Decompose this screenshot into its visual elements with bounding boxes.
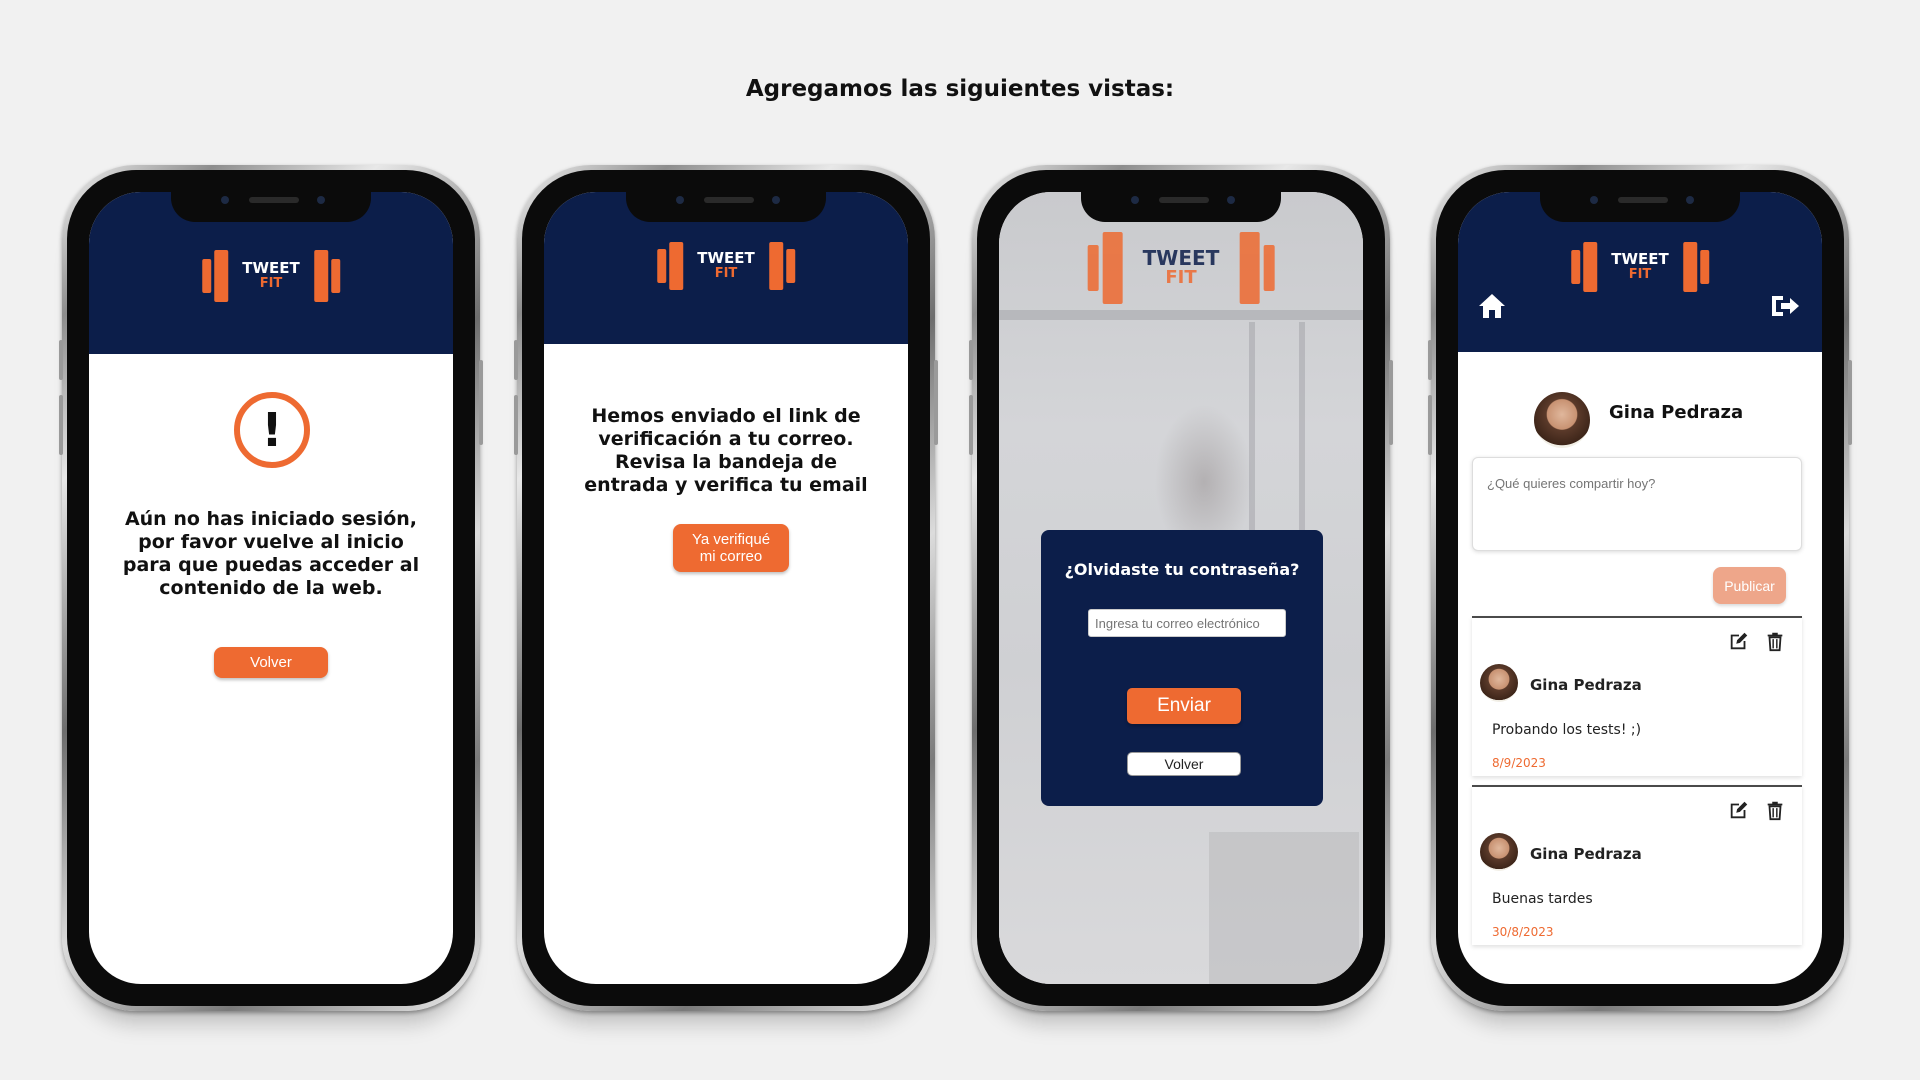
verified-button-line2: mi correo	[699, 548, 763, 565]
logo-word-fit: FIT	[714, 266, 738, 282]
screen: TWEET FIT Hemos enviado el link de verif…	[544, 192, 908, 984]
back-button[interactable]: Volver	[214, 647, 328, 678]
post-author-name: Gina Pedraza	[1530, 676, 1642, 694]
logo-word-tweet: TWEET	[1142, 246, 1220, 271]
logo-word-fit: FIT	[259, 276, 283, 292]
post-date: 30/8/2023	[1492, 925, 1554, 939]
page-title: Agregamos las siguientes vistas:	[745, 76, 1175, 102]
back-button[interactable]: Volver	[1127, 752, 1241, 776]
send-button[interactable]: Enviar	[1127, 688, 1241, 724]
tweetfit-logo: TWEET FIT	[657, 242, 795, 290]
post-text: Buenas tardes	[1492, 891, 1593, 907]
tweetfit-logo: TWEET FIT	[202, 250, 340, 302]
logo-word-tweet: TWEET	[1611, 250, 1669, 269]
forgot-password-modal: ¿Olvidaste tu contraseña? Enviar Volver	[1041, 530, 1323, 806]
profile-user-name: Gina Pedraza	[1609, 402, 1744, 423]
phone-verification: TWEET FIT Hemos enviado el link de verif…	[514, 165, 938, 1011]
logo-word-fit: FIT	[1628, 267, 1652, 283]
post-card: Gina Pedraza Buenas tardes 30/8/2023	[1472, 785, 1802, 945]
tweetfit-logo: TWEET FIT	[1571, 242, 1709, 292]
post-composer-input[interactable]	[1472, 457, 1802, 551]
trash-icon[interactable]	[1764, 799, 1786, 821]
not-logged-message: Aún no has iniciado sesión, por favor vu…	[122, 508, 420, 599]
post-card: Gina Pedraza Probando los tests! ;) 8/9/…	[1472, 616, 1802, 776]
modal-title: ¿Olvidaste tu contraseña?	[1064, 560, 1300, 579]
user-avatar	[1534, 392, 1590, 448]
trash-icon[interactable]	[1764, 630, 1786, 652]
screen: TWEET FIT ¿Olvidaste tu contraseña? Envi…	[999, 192, 1363, 984]
email-input[interactable]	[1088, 609, 1286, 637]
tweetfit-logo: TWEET FIT	[1087, 232, 1275, 304]
logo-word-tweet: TWEET	[242, 259, 300, 278]
post-author-avatar	[1480, 833, 1518, 871]
home-icon[interactable]	[1477, 292, 1507, 320]
screen: TWEET FIT Gina Pedraza Publica	[1458, 192, 1822, 984]
edit-icon[interactable]	[1728, 799, 1750, 821]
phone-not-logged-in: TWEET FIT ! Aún no has iniciado sesión, …	[59, 165, 483, 1011]
post-author-name: Gina Pedraza	[1530, 845, 1642, 863]
post-date: 8/9/2023	[1492, 756, 1546, 770]
exclamation-circle-icon: !	[234, 392, 310, 468]
post-text: Probando los tests! ;)	[1492, 722, 1642, 738]
logo-word-fit: FIT	[1165, 267, 1197, 289]
verification-message: Hemos enviado el link de verificación a …	[584, 405, 868, 496]
logo-word-tweet: TWEET	[697, 249, 755, 268]
edit-icon[interactable]	[1728, 630, 1750, 652]
post-author-avatar	[1480, 664, 1518, 702]
verified-button[interactable]: Ya verifiqué mi correo	[673, 524, 789, 572]
phone-forgot-password: TWEET FIT ¿Olvidaste tu contraseña? Envi…	[969, 165, 1393, 1011]
publish-button[interactable]: Publicar	[1713, 567, 1786, 604]
screen: TWEET FIT ! Aún no has iniciado sesión, …	[89, 192, 453, 984]
logout-icon[interactable]	[1769, 293, 1801, 319]
phone-feed: TWEET FIT Gina Pedraza Publica	[1428, 165, 1852, 1011]
verified-button-line1: Ya verifiqué	[691, 531, 771, 548]
